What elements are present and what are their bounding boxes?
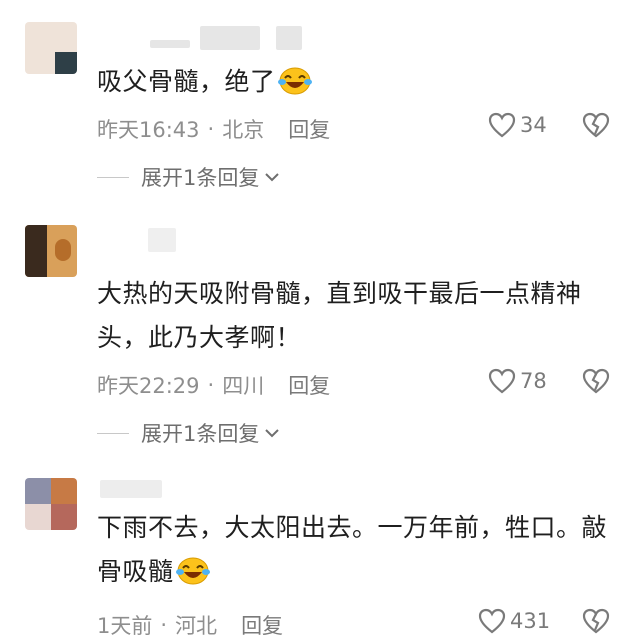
dislike-button[interactable]	[582, 608, 610, 638]
expand-label: 展开1条回复	[141, 422, 260, 446]
comment-time: 昨天22:29	[97, 374, 200, 398]
broken-heart-icon	[582, 112, 610, 138]
like-count: 431	[510, 609, 551, 633]
like-button[interactable]: 78	[488, 368, 547, 394]
comment-time: 昨天16:43	[97, 118, 200, 142]
reply-button[interactable]: 回复	[288, 114, 330, 144]
broken-heart-icon	[582, 608, 610, 634]
comment-meta: 昨天16:43 · 北京 回复	[97, 114, 330, 144]
heart-outline-icon	[488, 368, 516, 394]
avatar[interactable]	[25, 22, 77, 74]
username-obscured[interactable]	[276, 26, 302, 50]
comment-meta: 昨天22:29 · 四川 回复	[97, 370, 330, 400]
broken-heart-icon	[582, 368, 610, 394]
like-button[interactable]: 431	[478, 608, 550, 634]
dislike-button[interactable]	[582, 368, 610, 398]
username-obscured[interactable]	[100, 480, 162, 498]
like-count: 34	[520, 113, 547, 137]
expand-replies-button[interactable]: 展开1条回复	[97, 418, 281, 448]
heart-outline-icon	[488, 112, 516, 138]
comment-text: 吸父骨髓，绝了	[97, 60, 617, 104]
comment-text: 下雨不去，大太阳出去。一万年前，牲口。敲骨吸髓	[97, 513, 608, 586]
comment-location: 北京	[222, 118, 265, 142]
dislike-button[interactable]	[582, 112, 610, 142]
avatar[interactable]	[25, 225, 77, 277]
comment-location: 四川	[222, 374, 265, 398]
laugh-cry-emoji-icon	[175, 557, 210, 585]
chevron-down-icon	[265, 429, 280, 438]
comment-time: 1天前	[97, 614, 153, 638]
chevron-down-icon	[265, 173, 280, 182]
username-obscured[interactable]	[150, 40, 190, 48]
avatar[interactable]	[25, 478, 77, 530]
reply-button[interactable]: 回复	[241, 610, 283, 640]
like-count: 78	[520, 369, 547, 393]
laugh-cry-emoji-icon	[277, 67, 312, 95]
username-obscured[interactable]	[148, 228, 176, 252]
comment-text: 大热的天吸附骨髓，直到吸干最后一点精神头，此乃大孝啊！	[97, 279, 582, 352]
expand-replies-button[interactable]: 展开1条回复	[97, 162, 281, 192]
comment-location: 河北	[175, 614, 218, 638]
username-obscured[interactable]	[200, 26, 260, 50]
like-button[interactable]: 34	[488, 112, 547, 138]
expand-label: 展开1条回复	[141, 166, 260, 190]
heart-outline-icon	[478, 608, 506, 634]
comment-meta: 1天前 · 河北 回复	[97, 610, 283, 640]
reply-button[interactable]: 回复	[288, 370, 330, 400]
